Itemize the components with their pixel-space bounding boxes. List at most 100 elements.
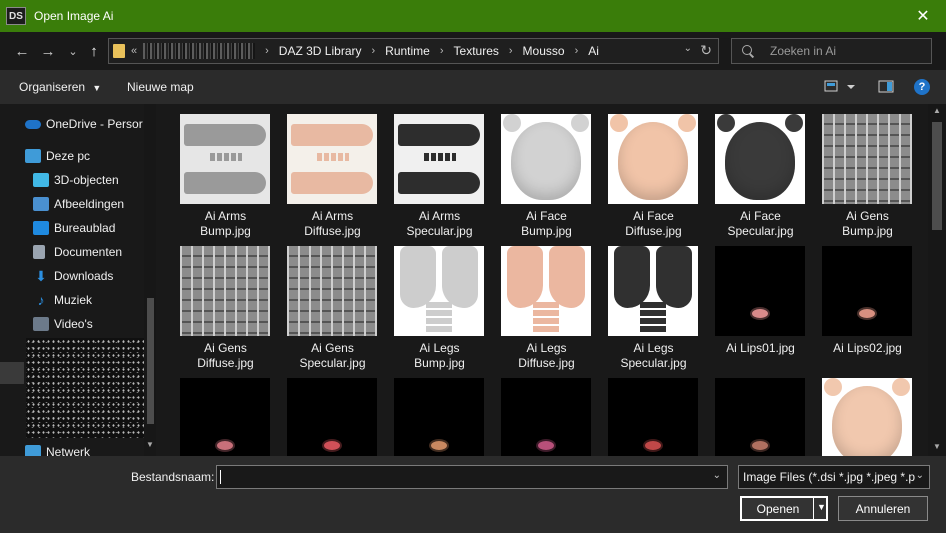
ear-shape — [678, 114, 696, 132]
sidebar-item-afbeeldingen[interactable]: Afbeeldingen — [33, 193, 124, 215]
cancel-button[interactable]: Annuleren — [838, 496, 928, 521]
scroll-down-icon[interactable]: ▼ — [146, 440, 154, 449]
texture-shape — [533, 302, 559, 332]
organize-menu[interactable]: Organiseren ▼ — [19, 80, 101, 94]
daz-studio-app-icon: DS — [6, 7, 26, 25]
file-type-filter[interactable]: Image Files (*.dsi *.jpg *.jpeg *.p ⌄ — [738, 465, 930, 489]
ear-shape — [571, 114, 589, 132]
file-tile[interactable]: Ai Arms Specular.jpg — [386, 106, 493, 238]
file-tile[interactable]: Ai Arms Bump.jpg — [172, 106, 279, 238]
address-bar[interactable]: « › DAZ 3D Library › Runtime › Textures … — [108, 38, 719, 64]
open-button[interactable]: Openen ▼ — [740, 496, 828, 521]
texture-shape — [210, 153, 242, 161]
sidebar-item-muziek[interactable]: ♪ Muziek — [33, 289, 93, 311]
file-grid-scrollbar[interactable]: ▲ ▼ — [928, 104, 946, 456]
filename-dropdown-icon[interactable]: ⌄ — [713, 470, 721, 481]
up-arrow-icon[interactable]: ↑ — [84, 41, 104, 61]
file-tile[interactable] — [707, 370, 814, 456]
file-name-label: Ai Arms Specular.jpg — [406, 209, 473, 238]
sidebar-scrollbar[interactable]: ▼ — [144, 104, 156, 456]
lips-shape — [217, 441, 233, 450]
texture-shape — [549, 246, 585, 308]
file-tile[interactable]: Ai Lips01.jpg — [707, 238, 814, 370]
scroll-up-icon[interactable]: ▲ — [933, 106, 941, 115]
filename-input[interactable]: ⌄ — [216, 465, 728, 489]
file-tile[interactable]: Ai Legs Specular.jpg — [600, 238, 707, 370]
file-tile[interactable]: Ai Legs Bump.jpg — [386, 238, 493, 370]
file-thumbnail — [822, 246, 912, 336]
file-thumbnail — [287, 114, 377, 204]
file-thumbnail — [394, 114, 484, 204]
dialog-footer: Bestandsnaam: ⌄ Image Files (*.dsi *.jpg… — [0, 456, 946, 533]
sidebar-item-onedrive[interactable]: OneDrive - Persor — [25, 113, 143, 135]
ear-shape — [717, 114, 735, 132]
open-options-dropdown-icon[interactable]: ▼ — [817, 502, 826, 512]
file-name-label: Ai Legs Specular.jpg — [620, 341, 687, 370]
file-thumbnail — [394, 378, 484, 456]
sidebar-item-documenten[interactable]: Documenten — [33, 241, 122, 263]
view-options-icon[interactable] — [824, 80, 858, 97]
lips-shape — [645, 441, 661, 450]
music-icon: ♪ — [37, 292, 45, 308]
sidebar-scrollbar-thumb[interactable] — [147, 298, 154, 424]
breadcrumb-mousso[interactable]: Mousso — [523, 44, 565, 58]
forward-arrow-icon[interactable]: → — [38, 41, 58, 61]
file-tile[interactable] — [814, 370, 921, 456]
breadcrumb-textures[interactable]: Textures — [454, 44, 499, 58]
file-thumbnail — [287, 378, 377, 456]
breadcrumb-runtime[interactable]: Runtime — [385, 44, 430, 58]
split-divider — [813, 498, 814, 519]
new-folder-button[interactable]: Nieuwe map — [127, 80, 194, 94]
file-tile[interactable] — [386, 370, 493, 456]
lips-shape — [752, 441, 768, 450]
texture-shape — [291, 124, 373, 146]
lips-shape — [431, 441, 447, 450]
refresh-icon[interactable]: ↻ — [700, 42, 712, 59]
file-tile[interactable]: Ai Face Specular.jpg — [707, 106, 814, 238]
open-button-label: Openen — [756, 502, 800, 516]
sidebar-item-netwerk[interactable]: Netwerk — [25, 441, 90, 456]
sidebar-item-videos[interactable]: Video's — [33, 313, 93, 335]
sidebar-item-bureaublad[interactable]: Bureaublad — [33, 217, 115, 239]
cube-icon — [33, 173, 49, 187]
sidebar-item-3d-objecten[interactable]: 3D-objecten — [33, 169, 119, 191]
sidebar-item-deze-pc[interactable]: Deze pc — [25, 145, 90, 167]
file-tile[interactable]: Ai Lips02.jpg — [814, 238, 921, 370]
file-tile[interactable]: Ai Gens Specular.jpg — [279, 238, 386, 370]
file-tile[interactable]: Ai Face Diffuse.jpg — [600, 106, 707, 238]
file-tile[interactable]: Ai Gens Diffuse.jpg — [172, 238, 279, 370]
close-icon[interactable]: ✕ — [900, 0, 946, 32]
file-thumbnail — [715, 246, 805, 336]
file-tile[interactable]: Ai Face Bump.jpg — [493, 106, 600, 238]
breadcrumb-ai[interactable]: Ai — [588, 44, 599, 58]
breadcrumb-daz-3d-library[interactable]: DAZ 3D Library — [279, 44, 362, 58]
file-tile[interactable] — [600, 370, 707, 456]
texture-shape — [442, 246, 478, 308]
ear-shape — [785, 114, 803, 132]
ear-shape — [610, 114, 628, 132]
recent-locations-chevron-icon[interactable]: ⌄ — [63, 41, 83, 61]
preview-pane-icon[interactable] — [878, 80, 894, 97]
file-tile[interactable]: Ai Gens Bump.jpg — [814, 106, 921, 238]
file-tile[interactable]: Ai Arms Diffuse.jpg — [279, 106, 386, 238]
file-name-label: Ai Gens Diffuse.jpg — [197, 341, 254, 370]
text-caret — [220, 470, 221, 484]
file-tile[interactable]: Ai Legs Diffuse.jpg — [493, 238, 600, 370]
search-box[interactable]: Zoeken in Ai — [731, 38, 932, 64]
texture-shape — [507, 246, 543, 308]
file-tile[interactable] — [493, 370, 600, 456]
back-arrow-icon[interactable]: ← — [12, 41, 32, 61]
sidebar-item-label: Downloads — [54, 269, 114, 283]
sidebar-item-label: Netwerk — [46, 445, 91, 456]
file-grid: Ai Arms Bump.jpg Ai Arms Diffuse.jpg Ai Ar… — [156, 104, 928, 456]
help-icon[interactable]: ? — [914, 79, 930, 95]
lips-shape — [538, 441, 554, 450]
file-grid-scrollbar-thumb[interactable] — [932, 122, 942, 230]
overflow-chevron-icon[interactable]: « — [131, 45, 137, 57]
file-tile[interactable] — [279, 370, 386, 456]
scroll-down-icon[interactable]: ▼ — [933, 442, 941, 451]
sidebar-item-downloads[interactable]: ⬇ Downloads — [33, 265, 113, 287]
redacted-sidebar-items — [26, 338, 144, 438]
address-dropdown-icon[interactable]: ⌄ — [684, 43, 692, 54]
file-tile[interactable] — [172, 370, 279, 456]
